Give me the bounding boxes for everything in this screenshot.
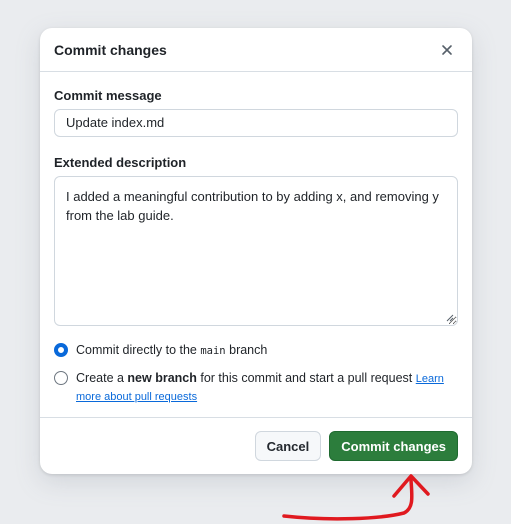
branch-name-code: main (200, 345, 226, 357)
radio-label-text-after: branch (225, 343, 268, 357)
commit-message-input[interactable]: Update index.md (54, 109, 458, 137)
close-icon[interactable] (436, 39, 458, 61)
close-icon-glyph (442, 44, 452, 55)
radio-button-new-branch[interactable] (54, 371, 68, 385)
radio-button-commit-directly[interactable] (54, 343, 68, 357)
radio-label-commit-directly: Commit directly to the main branch (76, 342, 267, 360)
radio-label-text: Commit directly to the (76, 343, 201, 357)
extended-description-label: Extended description (54, 155, 187, 170)
radio-commit-directly[interactable]: Commit directly to the main branch (54, 342, 458, 360)
radio-label-text-after: for this commit and start a pull request (196, 371, 416, 385)
extended-description-textarea[interactable]: I added a meaningful contribution to by … (54, 176, 458, 326)
new-branch-bold: new branch (127, 371, 197, 385)
dialog-title: Commit changes (54, 41, 167, 58)
dialog-body: Commit message Update index.md Extended … (40, 72, 472, 406)
resize-grip-icon[interactable] (446, 314, 454, 322)
cancel-button[interactable]: Cancel (254, 431, 322, 461)
commit-changes-button[interactable]: Commit changes (329, 431, 458, 461)
dialog-header: Commit changes (40, 28, 472, 72)
radio-new-branch[interactable]: Create a new branch for this commit and … (54, 370, 449, 406)
radio-label-new-branch: Create a new branch for this commit and … (76, 370, 449, 406)
extended-description-text: I added a meaningful contribution to by … (66, 189, 439, 223)
commit-dialog: Commit changes Commit message Update ind… (40, 28, 472, 474)
radio-label-text: Create a (76, 371, 128, 385)
commit-message-label: Commit message (54, 88, 162, 103)
dialog-footer: Cancel Commit changes (40, 417, 472, 474)
